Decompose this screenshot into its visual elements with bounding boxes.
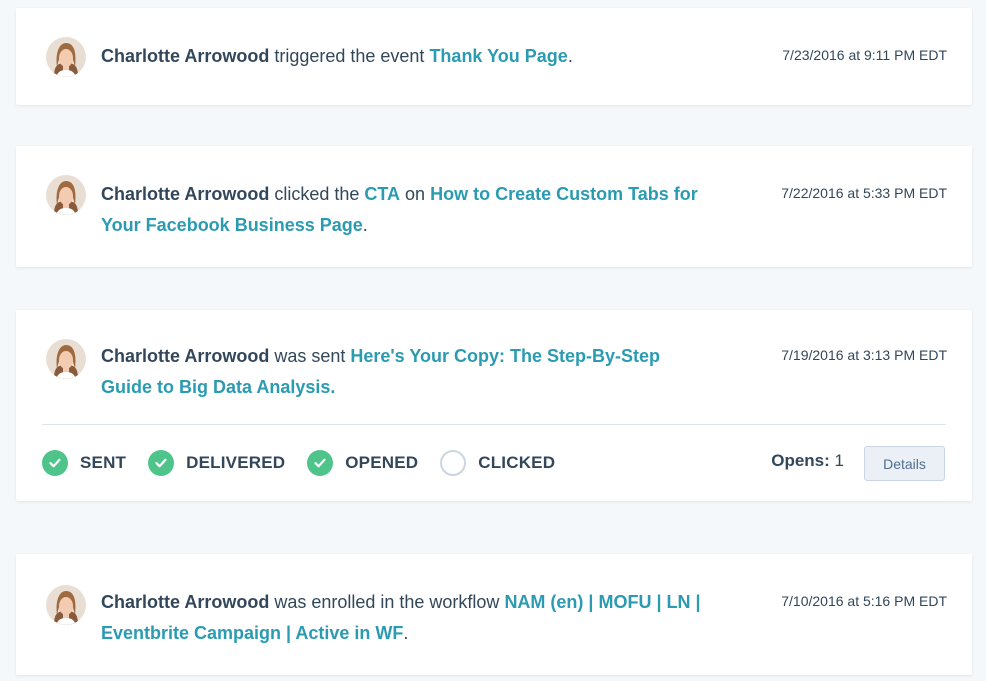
status-label: DELIVERED xyxy=(186,453,286,472)
timeline-event-card: Charlotte Arrowood was enrolled in the w… xyxy=(16,554,972,675)
event-description: Charlotte Arrowood was sent Here's Your … xyxy=(101,341,701,403)
contact-avatar[interactable] xyxy=(46,339,86,379)
event-description: Charlotte Arrowood was enrolled in the w… xyxy=(101,587,721,649)
opens-count: Opens: 1 xyxy=(771,451,844,471)
event-end: . xyxy=(403,623,409,643)
contact-name-link[interactable]: Charlotte Arrowood xyxy=(101,592,269,612)
event-timestamp: 7/19/2016 at 3:13 PM EDT xyxy=(781,347,947,363)
status-label: OPENED xyxy=(345,453,419,472)
event-verb: clicked the xyxy=(269,184,365,204)
event-timestamp: 7/23/2016 at 9:11 PM EDT xyxy=(782,47,947,63)
contact-avatar[interactable] xyxy=(46,37,86,77)
event-end: . xyxy=(567,46,573,66)
cta-link[interactable]: CTA xyxy=(364,184,400,204)
email-status-row: SENT DELIVERED OPENED CLICKED xyxy=(42,447,577,479)
status-delivered: DELIVERED xyxy=(148,450,285,476)
event-timestamp: 7/10/2016 at 5:16 PM EDT xyxy=(781,593,947,609)
contact-name-link[interactable]: Charlotte Arrowood xyxy=(101,184,269,204)
contact-name-link[interactable]: Charlotte Arrowood xyxy=(101,346,269,366)
event-verb: was sent xyxy=(269,346,351,366)
details-button[interactable]: Details xyxy=(864,446,945,481)
check-icon xyxy=(307,450,334,476)
opens-value: 1 xyxy=(834,451,844,470)
status-sent: SENT xyxy=(42,450,126,476)
timeline-event-card: Charlotte Arrowood triggered the event T… xyxy=(16,8,972,105)
event-mid: on xyxy=(400,184,431,204)
event-description: Charlotte Arrowood triggered the event T… xyxy=(101,41,661,72)
event-verb: was enrolled in the workflow xyxy=(269,592,505,612)
check-icon xyxy=(148,450,175,476)
event-verb: triggered the event xyxy=(269,46,430,66)
divider xyxy=(42,424,946,425)
check-icon xyxy=(42,450,68,476)
status-opened: OPENED xyxy=(307,450,418,476)
event-link[interactable]: Thank You Page xyxy=(429,46,567,66)
timeline-event-card: Charlotte Arrowood clicked the CTA on Ho… xyxy=(16,146,972,267)
empty-circle-icon xyxy=(440,450,467,476)
status-label: CLICKED xyxy=(478,453,556,472)
opens-label: Opens: xyxy=(771,451,830,470)
status-clicked: CLICKED xyxy=(440,450,555,476)
timeline-email-card: Charlotte Arrowood was sent Here's Your … xyxy=(16,310,972,501)
event-timestamp: 7/22/2016 at 5:33 PM EDT xyxy=(781,185,947,201)
contact-avatar[interactable] xyxy=(46,175,86,215)
event-end: . xyxy=(362,215,368,235)
contact-name-link[interactable]: Charlotte Arrowood xyxy=(101,46,269,66)
contact-avatar[interactable] xyxy=(46,585,86,625)
status-label: SENT xyxy=(80,453,127,472)
event-description: Charlotte Arrowood clicked the CTA on Ho… xyxy=(101,179,721,241)
